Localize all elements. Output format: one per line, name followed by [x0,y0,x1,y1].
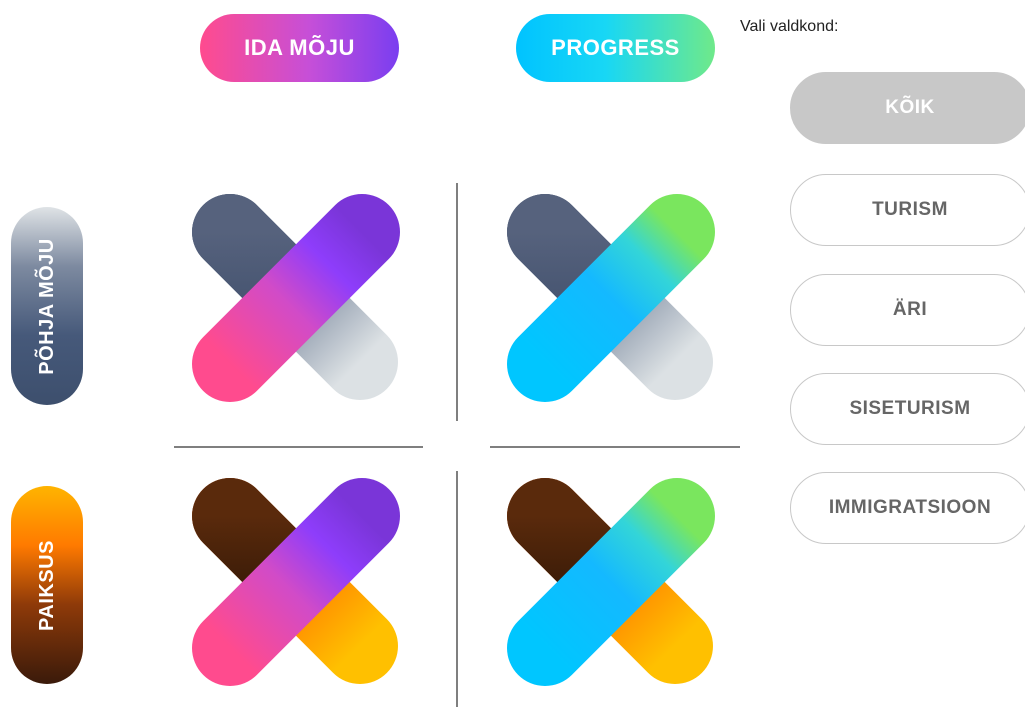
grid-divider-vertical-bottom [456,471,458,707]
filter-button-koik[interactable]: KÕIK [790,72,1025,144]
paiksus-progress-x-mark[interactable] [505,476,725,696]
filter-button-siseturism[interactable]: SISETURISM [790,373,1025,445]
grid-divider-horizontal-left [174,446,423,448]
grid-divider-vertical-top [456,183,458,421]
column-header-ida-moju-label: IDA MÕJU [244,35,355,60]
column-header-progress[interactable]: PROGRESS [516,14,715,82]
filter-button-turism[interactable]: TURISM [790,174,1025,246]
filter-button-siseturism-label: SISETURISM [849,398,971,419]
pohja-progress-x-mark[interactable] [505,192,725,412]
filter-label: Vali valdkond: [740,18,839,35]
filter-button-turism-label: TURISM [872,199,948,220]
filter-button-ari-label: ÄRI [892,299,928,320]
grid-divider-horizontal-right [490,446,740,448]
filter-button-immigratsioon[interactable]: IMMIGRATSIOON [790,472,1025,544]
column-header-progress-label: PROGRESS [551,35,680,60]
row-header-paiksus-label: PAIKSUS [35,539,58,631]
filter-button-koik-label: KÕIK [885,97,935,118]
row-header-pohja-moju-label: PÕHJA MÕJU [35,237,58,375]
paiksus-ida-x-mark[interactable] [190,476,410,696]
pohja-ida-x-mark[interactable] [190,192,410,412]
column-header-ida-moju[interactable]: IDA MÕJU [200,14,399,82]
row-header-pohja-moju[interactable]: PÕHJA MÕJU [11,207,83,405]
row-header-paiksus[interactable]: PAIKSUS [11,486,83,684]
filter-button-ari[interactable]: ÄRI [790,274,1025,346]
filter-button-immigratsioon-label: IMMIGRATSIOON [828,497,992,518]
